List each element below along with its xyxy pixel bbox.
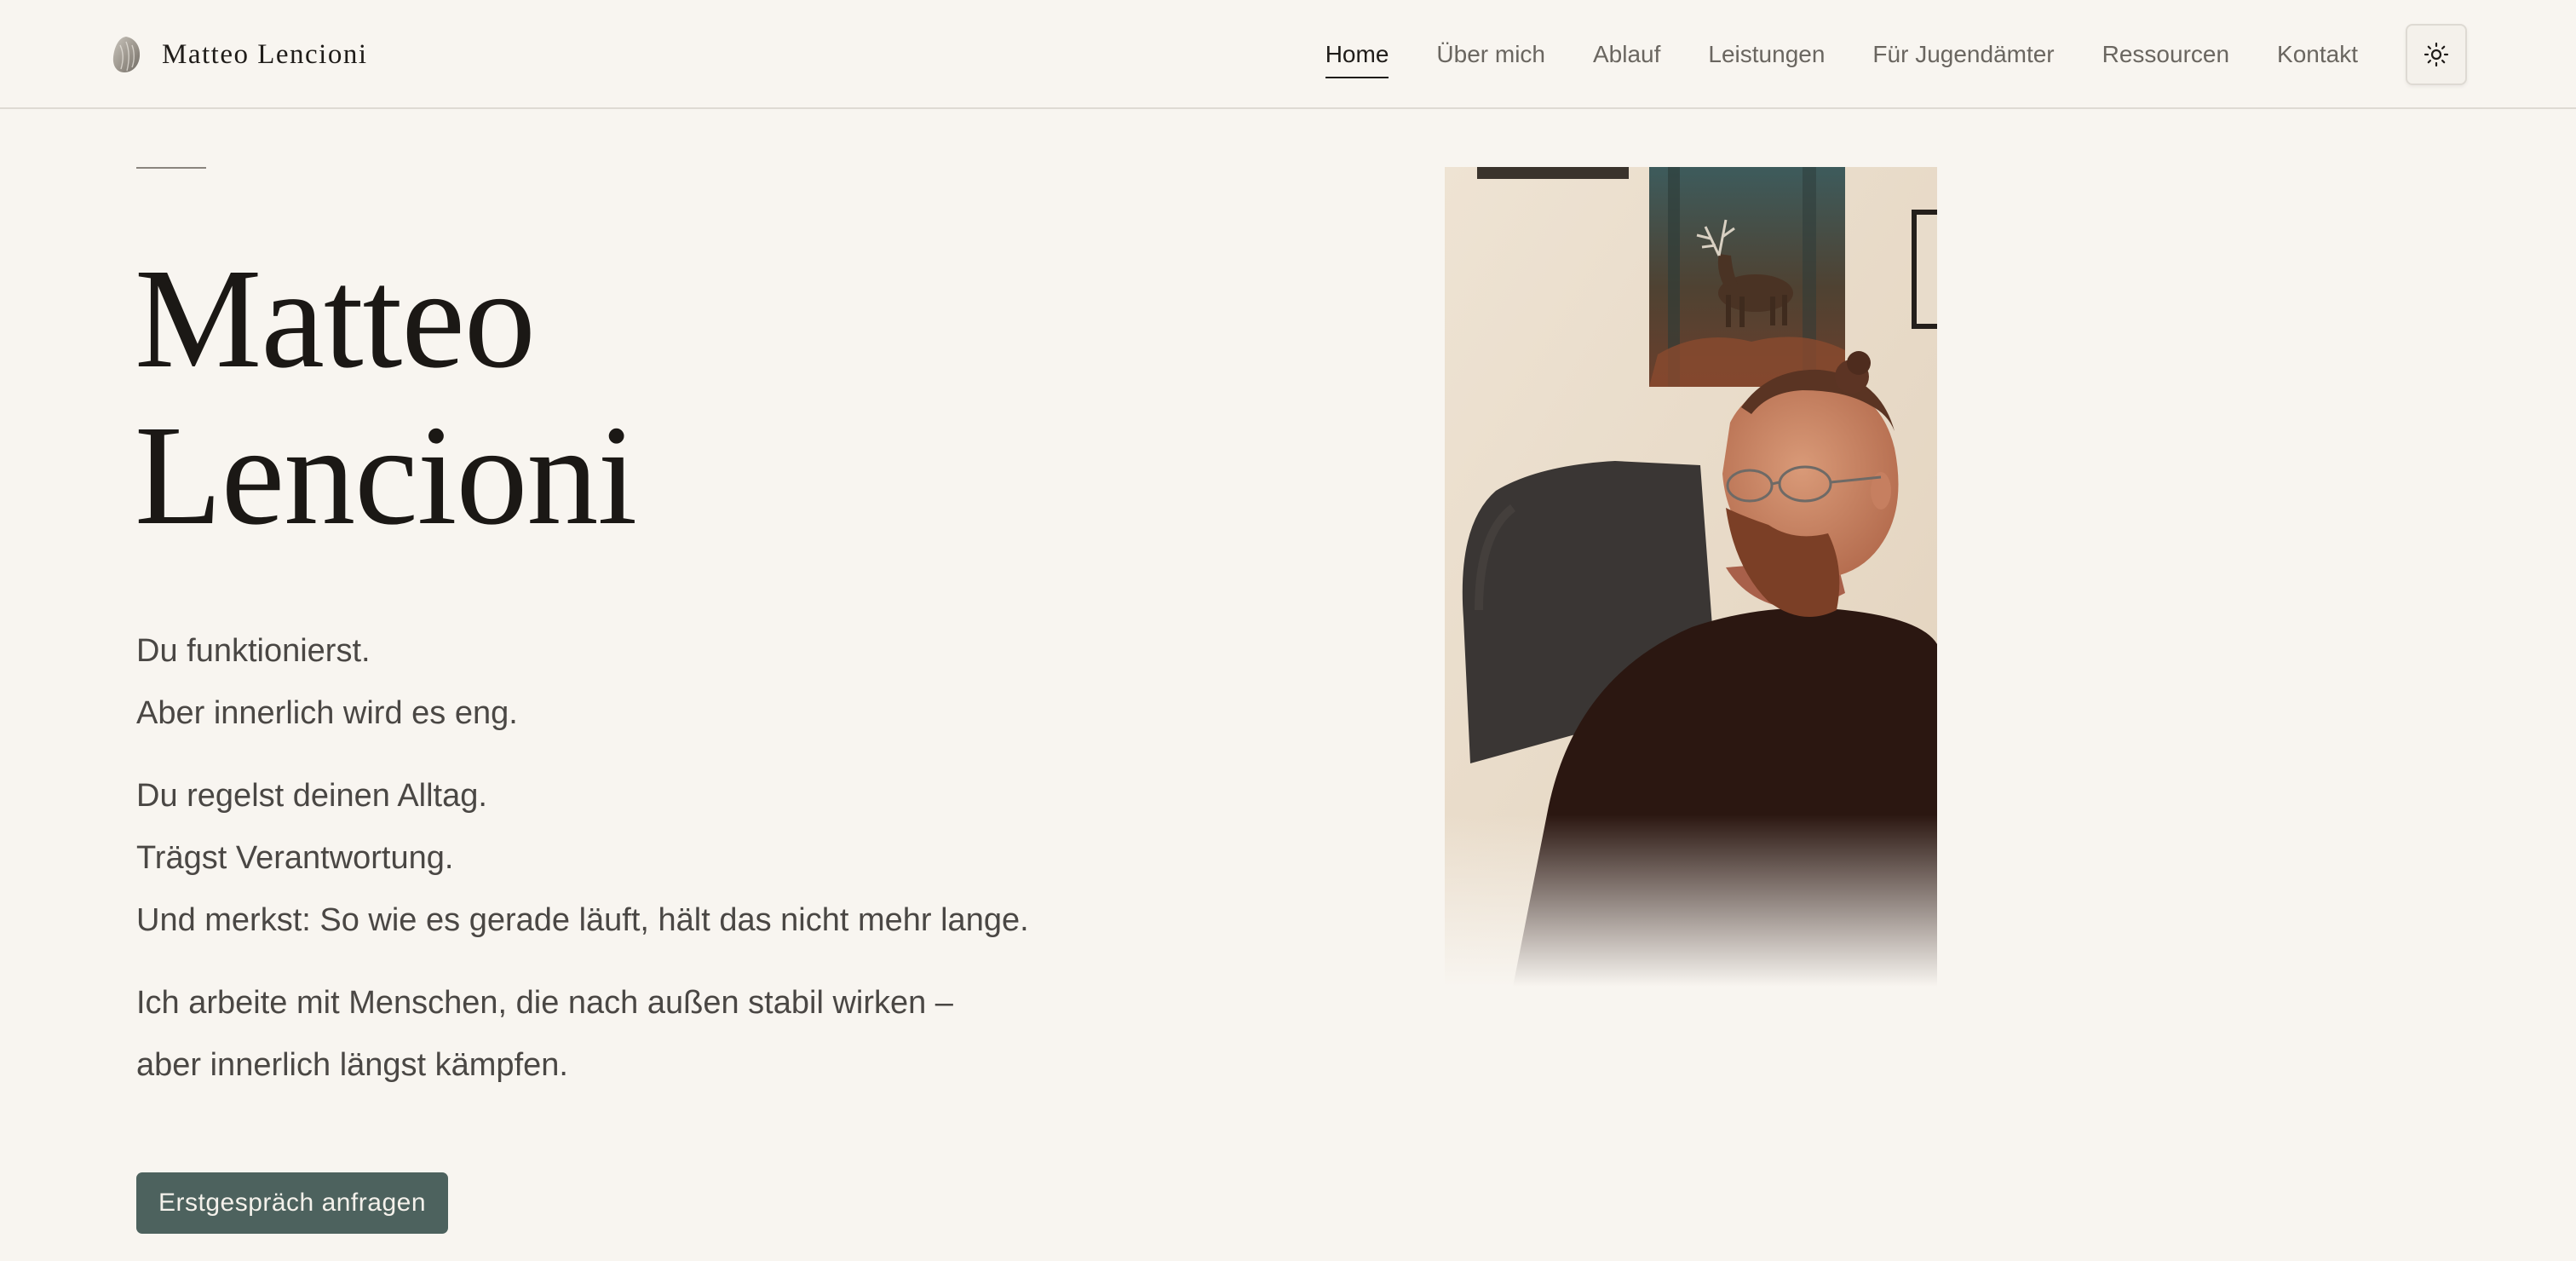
nav-item-kontakt[interactable]: Kontakt: [2277, 43, 2358, 66]
portrait-photo: [1445, 167, 1937, 987]
intro-paragraph: Du funktionierst. Aber innerlich wird es…: [136, 620, 1141, 745]
stone-leaf-logo-icon: [112, 37, 141, 72]
intro-line: Aber innerlich wird es eng.: [136, 695, 518, 731]
nav-item-fuer-jugendaemter[interactable]: Für Jugendämter: [1872, 43, 2054, 66]
intro-paragraph: Ich arbeite mit Menschen, die nach außen…: [136, 972, 1141, 1097]
page-title: Matteo Lencioni: [135, 239, 637, 555]
site-header: Matteo Lencioni Home Über mich Ablauf Le…: [0, 0, 2576, 109]
intro-line: aber innerlich längst kämpfen.: [136, 1047, 568, 1083]
page-title-line-2: Lencioni: [135, 396, 637, 555]
nav-item-ressourcen[interactable]: Ressourcen: [2102, 43, 2229, 66]
theme-toggle-button[interactable]: [2406, 24, 2467, 85]
intro-line: Du funktionierst.: [136, 633, 371, 669]
main-nav: Home Über mich Ablauf Leistungen Für Jug…: [1325, 0, 2358, 109]
intro-line: Ich arbeite mit Menschen, die nach außen…: [136, 985, 953, 1021]
sun-icon: [2424, 42, 2449, 67]
nav-item-ueber-mich[interactable]: Über mich: [1436, 43, 1545, 66]
nav-item-ablauf[interactable]: Ablauf: [1593, 43, 1660, 66]
accent-rule: [136, 167, 206, 169]
nav-item-home[interactable]: Home: [1325, 43, 1389, 78]
nav-item-leistungen[interactable]: Leistungen: [1708, 43, 1825, 66]
request-consultation-button[interactable]: Erstgespräch anfragen: [136, 1172, 448, 1234]
brand-name: Matteo Lencioni: [162, 38, 368, 70]
intro-text: Du funktionierst. Aber innerlich wird es…: [136, 620, 1141, 1117]
brand[interactable]: Matteo Lencioni: [109, 32, 368, 77]
page-title-line-1: Matteo: [135, 239, 536, 398]
intro-line: Trägst Verantwortung.: [136, 840, 454, 876]
intro-paragraph: Du regelst deinen Alltag. Trägst Verantw…: [136, 765, 1141, 952]
intro-line: Du regelst deinen Alltag.: [136, 778, 487, 814]
intro-line: Und merkst: So wie es gerade läuft, hält…: [136, 902, 1029, 938]
